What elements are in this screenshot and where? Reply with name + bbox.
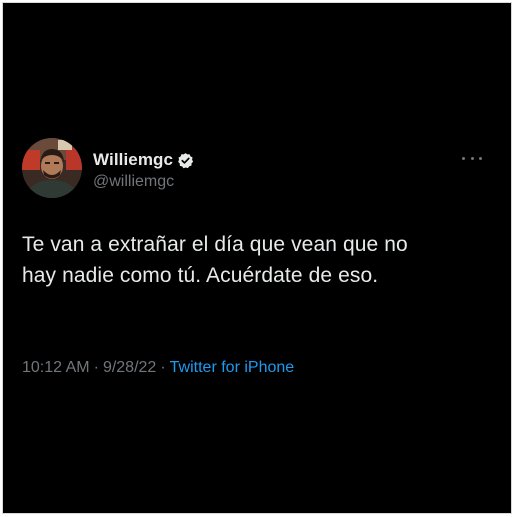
user-names: Williemgc @williemgc bbox=[93, 149, 194, 191]
display-name[interactable]: Williemgc bbox=[93, 150, 173, 170]
tweet-text-line-2: hay nadie como tú. Acuérdate de eso. bbox=[22, 264, 379, 287]
tweet-text: Te van a extrañar el día que vean que no… bbox=[22, 229, 492, 291]
tweet-text-line-1: Te van a extrañar el día que vean que no bbox=[22, 233, 408, 256]
more-options-icon[interactable] bbox=[462, 154, 482, 162]
avatar[interactable] bbox=[22, 138, 82, 198]
separator: · bbox=[160, 359, 166, 376]
tweet-source-link[interactable]: Twitter for iPhone bbox=[170, 359, 295, 376]
display-name-row: Williemgc bbox=[93, 149, 194, 171]
tweet-header: Williemgc @williemgc bbox=[22, 138, 492, 202]
tweet-date[interactable]: 9/28/22 bbox=[103, 359, 156, 376]
user-handle[interactable]: @williemgc bbox=[93, 173, 194, 191]
tweet-time[interactable]: 10:12 AM bbox=[22, 359, 90, 376]
separator: · bbox=[93, 359, 99, 376]
tweet-card: Williemgc @williemgc Te van a extrañar e… bbox=[3, 3, 511, 513]
tweet-meta: 10:12 AM · 9/28/22 · Twitter for iPhone bbox=[22, 359, 294, 377]
verified-badge-icon bbox=[177, 152, 194, 169]
